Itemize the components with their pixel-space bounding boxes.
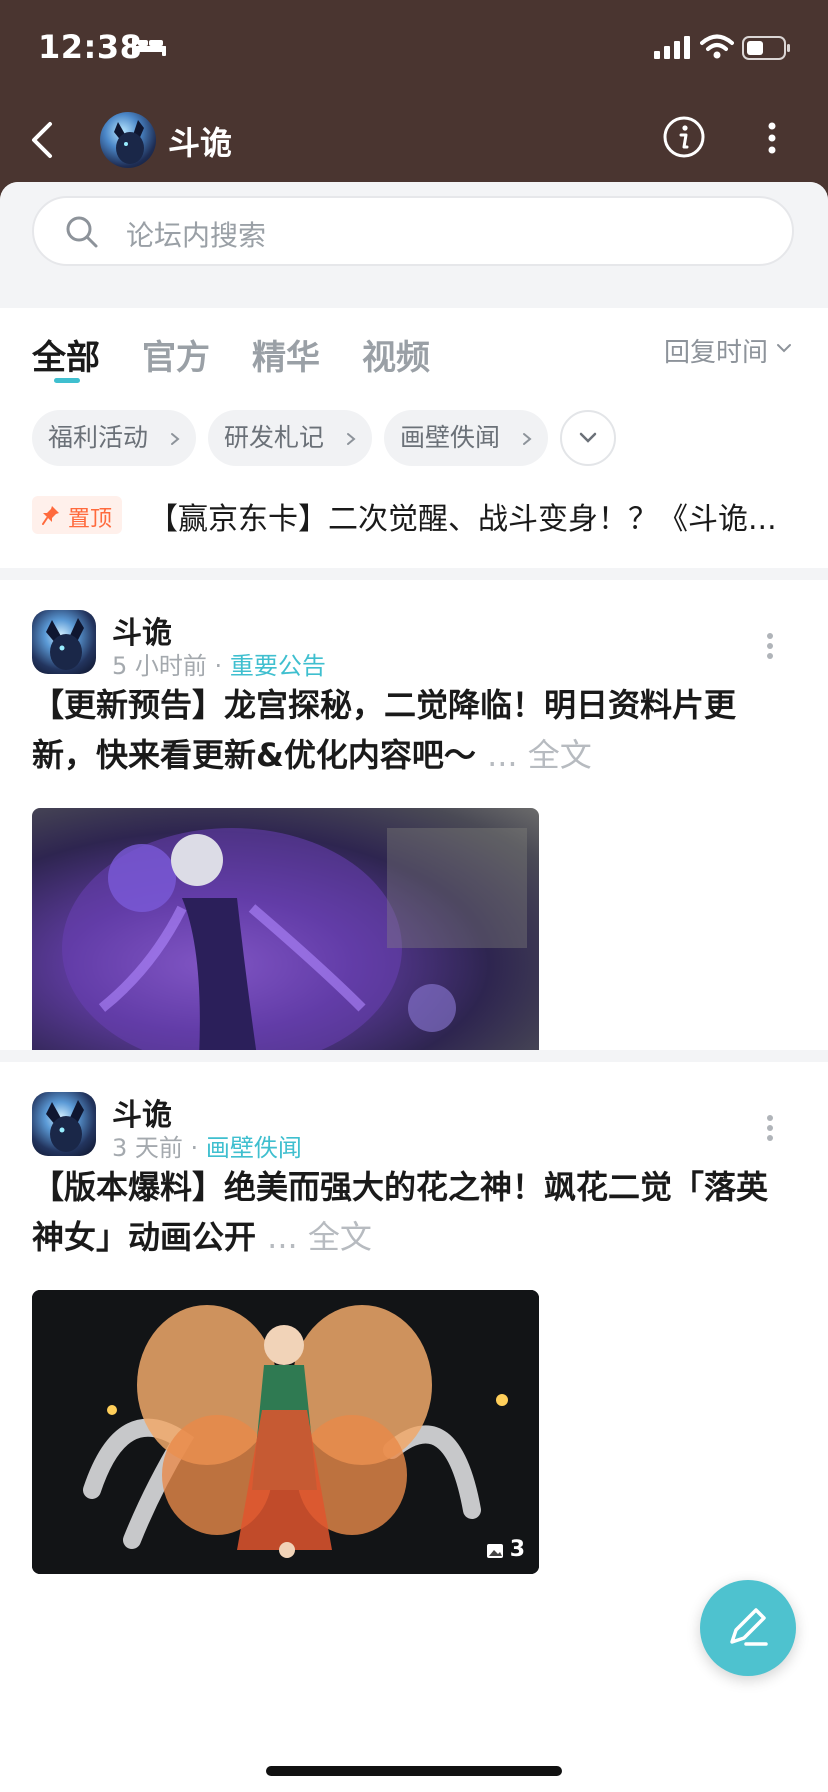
post-title-text: 【更新预告】龙宫探秘，二觉降临！明日资料片更新，快来看更新&优化内容吧～ <box>32 686 737 774</box>
tab-bar: 全部 官方 精华 视频 回复时间 <box>0 308 828 398</box>
image-count-value: 3 <box>509 1537 525 1562</box>
post-more-icon[interactable] <box>764 1112 776 1144</box>
chip-dev-notes[interactable]: 研发札记 <box>208 410 372 466</box>
chip-welfare[interactable]: 福利活动 <box>32 410 196 466</box>
chevron-right-icon <box>171 433 180 445</box>
wifi-icon <box>700 34 734 59</box>
meta-separator: · <box>214 652 223 680</box>
pinned-post[interactable]: 置顶 【赢京东卡】二次觉醒、战斗变身！？《斗诡... <box>0 478 828 568</box>
post-title[interactable]: 【版本爆料】绝美而强大的花之神！飒花二觉「落英神女」动画公开 ... 全文 <box>32 1162 796 1262</box>
nav-bar: 斗诡 <box>0 96 828 184</box>
post-tag[interactable]: 画壁佚闻 <box>206 1134 302 1162</box>
pinned-label: 置顶 <box>68 507 113 532</box>
forum-name: 斗诡 <box>168 124 233 162</box>
tab-featured[interactable]: 精华 <box>252 330 320 379</box>
search-icon <box>66 216 98 248</box>
chip-label: 福利活动 <box>48 423 149 452</box>
chip-label: 研发札记 <box>224 423 325 452</box>
tab-video[interactable]: 视频 <box>362 330 430 379</box>
chevron-right-icon <box>347 433 356 445</box>
search-input[interactable]: 论坛内搜索 <box>32 196 794 266</box>
forum-avatar[interactable] <box>100 112 156 168</box>
post-card[interactable]: 斗诡 5 小时前 · 重要公告 【更新预告】龙宫探秘，二觉降临！明日资料片更新，… <box>0 580 828 1153</box>
post-meta: 3 天前 · 画壁佚闻 <box>112 1128 302 1163</box>
post-card[interactable]: 斗诡 3 天前 · 画壁佚闻 【版本爆料】绝美而强大的花之神！飒花二觉「落英神女… <box>0 1062 828 1792</box>
compose-button[interactable] <box>700 1580 796 1676</box>
read-more-link[interactable]: ... 全文 <box>487 736 592 774</box>
image-icon <box>486 1544 503 1558</box>
pinned-badge: 置顶 <box>32 496 122 534</box>
section-divider <box>0 1050 828 1062</box>
post-meta: 5 小时前 · 重要公告 <box>112 646 326 681</box>
tab-all[interactable]: 全部 <box>32 330 100 379</box>
post-image[interactable]: 3 <box>32 1290 539 1574</box>
read-more-link[interactable]: ... 全文 <box>267 1218 372 1256</box>
chevron-down-icon <box>579 432 597 443</box>
section-divider <box>0 568 828 580</box>
chip-mural-tales[interactable]: 画壁佚闻 <box>384 410 548 466</box>
chip-label: 画壁佚闻 <box>400 423 501 452</box>
pin-icon <box>42 506 59 525</box>
cellular-signal-icon <box>654 36 690 59</box>
sleep-mode-icon <box>132 38 166 56</box>
forum-avatar-art-icon <box>114 120 144 164</box>
post-time: 5 小时前 <box>112 652 207 680</box>
battery-icon <box>742 36 790 60</box>
chevron-right-icon <box>523 433 532 445</box>
image-count: 3 <box>486 1537 525 1562</box>
sort-dropdown[interactable]: 回复时间 <box>664 332 768 369</box>
search-placeholder: 论坛内搜索 <box>126 219 267 252</box>
post-more-icon[interactable] <box>764 630 776 662</box>
image-illustration-icon <box>32 1290 539 1574</box>
status-bar: 12:38 <box>0 0 828 96</box>
home-indicator <box>266 1766 562 1776</box>
info-icon[interactable] <box>663 116 705 158</box>
chevron-down-icon <box>777 344 791 353</box>
post-tag[interactable]: 重要公告 <box>230 652 326 680</box>
expand-chips-button[interactable] <box>560 410 616 466</box>
author-avatar[interactable] <box>32 1092 96 1156</box>
back-arrow-icon[interactable] <box>28 120 58 160</box>
forum-content: 论坛内搜索 全部 官方 精华 视频 回复时间 福利活动 研发札记 画壁佚闻 置顶… <box>0 182 828 1792</box>
post-title[interactable]: 【更新预告】龙宫探秘，二觉降临！明日资料片更新，快来看更新&优化内容吧～ ...… <box>32 680 796 780</box>
status-time: 12:38 <box>38 28 143 66</box>
author-avatar-art-icon <box>46 618 84 670</box>
pinned-title[interactable]: 【赢京东卡】二次觉醒、战斗变身！？《斗诡... <box>148 494 796 538</box>
category-chips: 福利活动 研发札记 画壁佚闻 <box>0 398 828 478</box>
tab-official[interactable]: 官方 <box>142 330 210 379</box>
active-tab-indicator <box>54 378 80 383</box>
post-title-text: 【版本爆料】绝美而强大的花之神！飒花二觉「落英神女」动画公开 <box>32 1168 769 1256</box>
pencil-icon <box>730 1608 768 1646</box>
meta-separator: · <box>190 1134 199 1162</box>
author-avatar[interactable] <box>32 610 96 674</box>
post-time: 3 天前 <box>112 1134 183 1162</box>
search-area: 论坛内搜索 <box>0 182 828 308</box>
more-options-icon[interactable] <box>760 116 784 160</box>
author-avatar-art-icon <box>46 1100 84 1152</box>
